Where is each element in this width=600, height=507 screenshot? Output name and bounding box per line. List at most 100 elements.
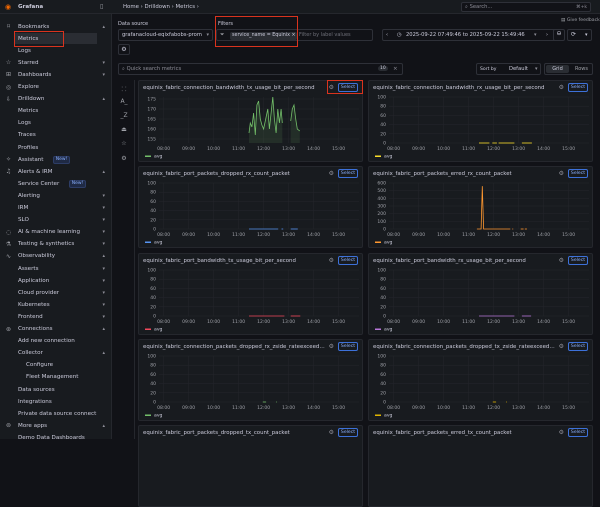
- y-tick-label: 80: [380, 277, 386, 283]
- grid-icon[interactable]: ⸬: [118, 85, 130, 97]
- star-icon[interactable]: ☆: [118, 140, 130, 152]
- chevron-icon[interactable]: ▾: [102, 314, 105, 320]
- metric-panel: equinix_fabric_port_packets_erred_rx_cou…: [368, 166, 593, 248]
- sidebar-item-add-new-connection[interactable]: Add new connection: [0, 336, 111, 347]
- view-rows-button[interactable]: Rows: [570, 65, 593, 73]
- sidebar-item-application[interactable]: Application ▾: [0, 275, 111, 286]
- chevron-icon[interactable]: ▾: [102, 60, 105, 66]
- sidebar-item-service-center[interactable]: Service Center New!: [0, 178, 111, 189]
- clear-icon[interactable]: ×: [393, 66, 398, 72]
- sidebar-item-observability[interactable]: ∿ Observability ▴: [0, 251, 111, 262]
- sidebar-item-asserts[interactable]: Asserts ▾: [0, 263, 111, 274]
- chevron-icon[interactable]: ▾: [102, 266, 105, 272]
- grafana-logo-icon[interactable]: ◉: [5, 3, 11, 11]
- flask-icon[interactable]: ⏏: [118, 126, 130, 138]
- sidebar-item-kubernetes[interactable]: Kubernetes ▾: [0, 299, 111, 310]
- sidebar-item-explore[interactable]: ◎ Explore: [0, 82, 111, 93]
- sidebar-item-alerting[interactable]: Alerting ▾: [0, 190, 111, 201]
- sidebar-item-cloud-provider[interactable]: Cloud provider ▾: [0, 287, 111, 298]
- sidebar-item-connections[interactable]: ⊛ Connections ▴: [0, 324, 111, 335]
- sidebar-item-profiles[interactable]: Profiles: [0, 142, 111, 153]
- give-feedback-link[interactable]: ▤ Give feedback: [561, 18, 600, 23]
- breadcrumb-metrics[interactable]: Metrics: [176, 4, 196, 10]
- gear-icon[interactable]: ⚙: [559, 429, 564, 436]
- quick-search-input[interactable]: ⌕ Quick search metrics 10 ×: [118, 63, 403, 75]
- select-button[interactable]: Select: [338, 428, 358, 437]
- x-tick-label: 13:00: [512, 405, 525, 411]
- time-back-icon[interactable]: ‹: [386, 32, 388, 38]
- sidebar-item-ai-machine-learning[interactable]: ◌ AI & machine learning ▾: [0, 227, 111, 238]
- sidebar-item-collector[interactable]: Collector ▴: [0, 348, 111, 359]
- sidebar-item-fleet-management[interactable]: Fleet Management: [0, 372, 111, 383]
- sidebar-item-logs[interactable]: Logs: [0, 118, 111, 129]
- view-grid-button[interactable]: Grid: [546, 65, 569, 73]
- x-tick-label: 08:00: [387, 405, 400, 411]
- sort-by-select[interactable]: Sort by Default ▾: [476, 63, 541, 75]
- sort-value: Default: [509, 66, 528, 72]
- sidebar-item-drilldown[interactable]: ⇩ Drilldown ▴: [0, 94, 111, 105]
- y-tick-label: 175: [147, 97, 156, 103]
- y-tick-label: 20: [380, 304, 386, 310]
- sidebar-item-alerts-irm[interactable]: ♫ Alerts & IRM ▴: [0, 166, 111, 177]
- x-tick-label: 15:00: [562, 405, 575, 411]
- search-input[interactable]: ⌕ Search... ⌘+k: [461, 2, 591, 12]
- chevron-icon[interactable]: ▴: [102, 169, 105, 175]
- chevron-icon[interactable]: ▴: [102, 96, 105, 102]
- sidebar-item-frontend[interactable]: Frontend ▾: [0, 311, 111, 322]
- sidebar-item-data-sources[interactable]: Data sources: [0, 384, 111, 395]
- x-tick-label: 15:00: [332, 146, 345, 152]
- sidebar-item-assistant[interactable]: ✧ Assistant New!: [0, 154, 111, 165]
- zoom-out-button[interactable]: ⊖: [553, 29, 565, 41]
- chevron-icon[interactable]: ▾: [102, 241, 105, 247]
- select-button[interactable]: Select: [568, 428, 588, 437]
- legend-swatch: [375, 414, 381, 416]
- chevron-icon[interactable]: ▴: [102, 326, 105, 332]
- refresh-button[interactable]: ⟳ ▾: [567, 29, 592, 41]
- gear-icon[interactable]: ⚙: [329, 429, 334, 436]
- time-range-picker[interactable]: ‹ ◷ 2025-09-22 07:49:46 to 2025-09-22 15…: [382, 29, 560, 41]
- metric-count-badge: 10: [378, 66, 388, 71]
- chevron-icon[interactable]: ▴: [102, 253, 105, 259]
- sidebar-item-dashboards[interactable]: ⊞ Dashboards ▾: [0, 69, 111, 80]
- chevron-icon[interactable]: ▾: [102, 302, 105, 308]
- chevron-icon[interactable]: ▾: [102, 217, 105, 223]
- sort-icon[interactable]: _Z: [118, 112, 130, 124]
- sidebar-item-label: Demo Data Dashboards: [18, 434, 85, 439]
- x-tick-label: 11:00: [232, 146, 245, 152]
- sidebar-item-demo-data-dashboards[interactable]: Demo Data Dashboards: [0, 432, 111, 439]
- legend-label: avg: [384, 414, 393, 419]
- chevron-icon[interactable]: ▾: [102, 290, 105, 296]
- sidebar-item-private-data-source-connect[interactable]: Private data source connect: [0, 408, 111, 419]
- settings-button[interactable]: ⚙: [118, 44, 130, 55]
- sidebar: ⌑ Bookmarks ▴ Metrics Logs ☆ Starred ▾ ⊞ Dashboar…: [0, 14, 112, 439]
- breadcrumb-home[interactable]: Home: [123, 4, 139, 10]
- sidebar-item-configure[interactable]: Configure: [0, 360, 111, 371]
- sidebar-item-irm[interactable]: IRM ▾: [0, 203, 111, 214]
- chevron-icon[interactable]: ▾: [102, 229, 105, 235]
- breadcrumb-drilldown[interactable]: Drilldown: [145, 4, 170, 10]
- sidebar-item-metrics[interactable]: Metrics: [0, 106, 111, 117]
- x-tick-label: 10:00: [207, 232, 220, 238]
- chevron-icon[interactable]: ▴: [102, 350, 105, 356]
- sidebar-item-starred[interactable]: ☆ Starred ▾: [0, 57, 111, 68]
- chevron-icon[interactable]: ▴: [102, 423, 105, 429]
- sidebar-item-slo[interactable]: SLO ▾: [0, 215, 111, 226]
- sidebar-item-integrations[interactable]: Integrations: [0, 396, 111, 407]
- sidebar-item-testing-synthetics[interactable]: ⚗ Testing & synthetics ▾: [0, 239, 111, 250]
- text-icon[interactable]: A_: [118, 98, 130, 110]
- chevron-icon[interactable]: ▾: [102, 72, 105, 78]
- star-icon: ☆: [5, 59, 12, 67]
- bookmark-icon: ⌑: [6, 23, 11, 30]
- chevron-icon[interactable]: ▾: [102, 205, 105, 211]
- x-tick-label: 15:00: [332, 232, 345, 238]
- time-forward-icon[interactable]: ›: [546, 32, 548, 38]
- chevron-icon[interactable]: ▾: [102, 193, 105, 199]
- datasource-select[interactable]: grafanacloud-eqixfabobs-prom ▾: [118, 29, 213, 41]
- chevron-icon[interactable]: ▴: [102, 24, 105, 30]
- sidebar-item-traces[interactable]: Traces: [0, 130, 111, 141]
- dock-menu-icon[interactable]: ▯: [100, 3, 103, 10]
- gear-icon[interactable]: ⚙: [118, 155, 130, 167]
- sidebar-item-more-apps[interactable]: ⊚ More apps ▴: [0, 420, 111, 431]
- chevron-icon[interactable]: ▾: [102, 278, 105, 284]
- x-tick-label: 12:00: [487, 146, 500, 152]
